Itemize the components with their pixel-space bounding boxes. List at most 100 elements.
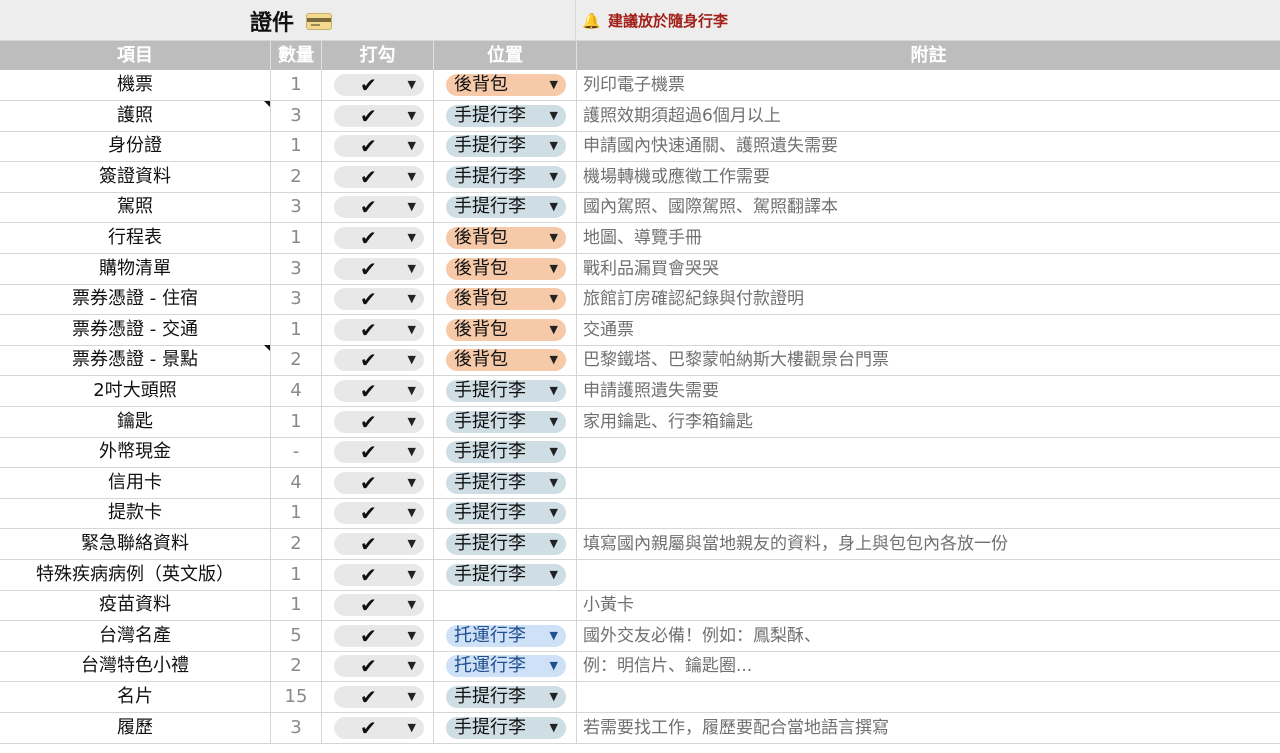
item-cell[interactable]: 票券憑證 - 交通	[0, 314, 271, 345]
check-dropdown[interactable]: ✔ ▼	[334, 104, 424, 128]
location-dropdown[interactable]: 後背包 ▼	[446, 227, 566, 249]
note-cell[interactable]: 填寫國內親屬與當地親友的資料，身上與包包內各放一份	[577, 529, 1280, 559]
qty-cell[interactable]: 4	[271, 467, 322, 498]
location-dropdown[interactable]: 托運行李 ▼	[446, 655, 566, 678]
qty-cell[interactable]: 3	[271, 284, 322, 315]
qty-cell[interactable]: 15	[271, 682, 322, 712]
item-cell[interactable]: 行程表	[0, 223, 271, 253]
qty-cell[interactable]: 1	[271, 590, 322, 621]
location-dropdown[interactable]: 手提行李 ▼	[446, 165, 566, 188]
note-cell[interactable]: 護照效期須超過6個月以上	[577, 101, 1280, 131]
comment-indicator-icon[interactable]	[264, 345, 270, 352]
check-dropdown[interactable]: ✔ ▼	[334, 716, 424, 740]
item-cell[interactable]: 履歷	[0, 712, 271, 743]
qty-cell[interactable]: -	[271, 437, 322, 468]
qty-cell[interactable]: 1	[271, 314, 322, 345]
check-dropdown[interactable]: ✔ ▼	[334, 501, 424, 525]
location-cell[interactable]	[434, 590, 577, 621]
header-item[interactable]: 項目	[0, 41, 271, 70]
item-cell[interactable]: 特殊疾病病例（英文版）	[0, 559, 271, 590]
note-cell[interactable]: 小黃卡	[577, 590, 1280, 620]
qty-cell[interactable]: 1	[271, 223, 322, 253]
check-dropdown[interactable]: ✔ ▼	[334, 379, 424, 403]
item-cell[interactable]: 台灣特色小禮	[0, 651, 271, 682]
note-cell[interactable]	[577, 560, 1280, 590]
item-cell[interactable]: 外幣現金	[0, 437, 271, 468]
location-dropdown[interactable]: 手提行李 ▼	[446, 563, 566, 586]
qty-cell[interactable]: 3	[271, 100, 322, 131]
location-dropdown[interactable]: 手提行李 ▼	[446, 471, 566, 494]
location-dropdown[interactable]: 手提行李 ▼	[446, 380, 566, 402]
item-cell[interactable]: 名片	[0, 682, 271, 712]
location-dropdown[interactable]: 後背包 ▼	[446, 288, 566, 311]
note-cell[interactable]: 旅館訂房確認紀錄與付款證明	[577, 284, 1280, 314]
check-dropdown[interactable]: ✔ ▼	[334, 440, 424, 464]
check-dropdown[interactable]: ✔ ▼	[334, 73, 424, 97]
item-cell[interactable]: 駕照	[0, 192, 271, 223]
qty-cell[interactable]: 2	[271, 345, 322, 376]
check-dropdown[interactable]: ✔ ▼	[334, 624, 424, 648]
qty-cell[interactable]: 1	[271, 498, 322, 529]
header-check[interactable]: 打勾	[322, 41, 434, 70]
location-dropdown[interactable]: 手提行李 ▼	[446, 410, 566, 433]
note-cell[interactable]: 申請國內快速通關、護照遺失需要	[577, 131, 1280, 161]
location-dropdown[interactable]: 手提行李 ▼	[446, 716, 566, 739]
item-cell[interactable]: 機票	[0, 70, 271, 100]
item-cell[interactable]: 購物清單	[0, 253, 271, 284]
note-cell[interactable]: 國外交友必備！例如：鳳梨酥、	[577, 621, 1280, 651]
note-cell[interactable]	[577, 498, 1280, 528]
check-dropdown[interactable]: ✔ ▼	[334, 134, 424, 158]
check-dropdown[interactable]: ✔ ▼	[334, 654, 424, 678]
location-dropdown[interactable]: 手提行李 ▼	[446, 196, 566, 219]
check-dropdown[interactable]: ✔ ▼	[334, 287, 424, 311]
location-dropdown[interactable]: 後背包 ▼	[446, 318, 566, 341]
header-location[interactable]: 位置	[434, 41, 577, 70]
note-cell[interactable]: 若需要找工作，履歷要配合當地語言撰寫	[577, 713, 1280, 743]
note-cell[interactable]: 機場轉機或應徵工作需要	[577, 162, 1280, 192]
check-dropdown[interactable]: ✔ ▼	[334, 318, 424, 342]
location-dropdown[interactable]: 手提行李 ▼	[446, 502, 566, 525]
qty-cell[interactable]: 3	[271, 712, 322, 743]
title-cell[interactable]: 證件	[0, 0, 576, 41]
qty-cell[interactable]: 3	[271, 192, 322, 223]
location-dropdown[interactable]: 後背包 ▼	[446, 74, 566, 96]
item-cell[interactable]: 身份證	[0, 131, 271, 162]
item-cell[interactable]: 鑰匙	[0, 406, 271, 437]
check-dropdown[interactable]: ✔ ▼	[334, 195, 424, 219]
location-dropdown[interactable]: 手提行李 ▼	[446, 135, 566, 158]
check-dropdown[interactable]: ✔ ▼	[334, 471, 424, 495]
suggestion-note[interactable]: 🔔 建議放於隨身行李	[582, 10, 728, 31]
qty-cell[interactable]: 3	[271, 253, 322, 284]
item-cell[interactable]: 緊急聯絡資料	[0, 529, 271, 559]
item-cell[interactable]: 簽證資料	[0, 161, 271, 192]
qty-cell[interactable]: 5	[271, 620, 322, 651]
qty-cell[interactable]: 2	[271, 161, 322, 192]
check-dropdown[interactable]: ✔ ▼	[334, 685, 424, 709]
location-dropdown[interactable]: 手提行李 ▼	[446, 104, 566, 127]
comment-indicator-icon[interactable]	[264, 100, 270, 107]
header-note[interactable]: 附註	[577, 41, 1280, 70]
location-dropdown[interactable]: 手提行李 ▼	[446, 533, 566, 555]
check-dropdown[interactable]: ✔ ▼	[334, 348, 424, 372]
note-cell[interactable]: 例：明信片、鑰匙圈...	[577, 651, 1280, 681]
item-cell[interactable]: 票券憑證 - 景點	[0, 345, 271, 376]
location-dropdown[interactable]: 後背包 ▼	[446, 257, 566, 280]
qty-cell[interactable]: 1	[271, 131, 322, 162]
check-dropdown[interactable]: ✔ ▼	[334, 410, 424, 434]
location-dropdown[interactable]: 手提行李 ▼	[446, 686, 566, 708]
note-cell[interactable]: 地圖、導覽手冊	[577, 223, 1280, 253]
qty-cell[interactable]: 1	[271, 406, 322, 437]
note-cell[interactable]	[577, 682, 1280, 712]
item-cell[interactable]: 提款卡	[0, 498, 271, 529]
note-cell[interactable]: 家用鑰匙、行李箱鑰匙	[577, 407, 1280, 437]
note-cell[interactable]: 國內駕照、國際駕照、駕照翻譯本	[577, 192, 1280, 222]
qty-cell[interactable]: 1	[271, 559, 322, 590]
note-cell[interactable]: 巴黎鐵塔、巴黎蒙帕納斯大樓觀景台門票	[577, 345, 1280, 375]
check-dropdown[interactable]: ✔ ▼	[334, 226, 424, 250]
item-cell[interactable]: 台灣名產	[0, 620, 271, 651]
item-cell[interactable]: 信用卡	[0, 467, 271, 498]
item-cell[interactable]: 票券憑證 - 住宿	[0, 284, 271, 315]
location-dropdown[interactable]: 手提行李 ▼	[446, 441, 566, 464]
header-qty[interactable]: 數量	[271, 41, 322, 70]
item-cell[interactable]: 護照	[0, 100, 271, 131]
